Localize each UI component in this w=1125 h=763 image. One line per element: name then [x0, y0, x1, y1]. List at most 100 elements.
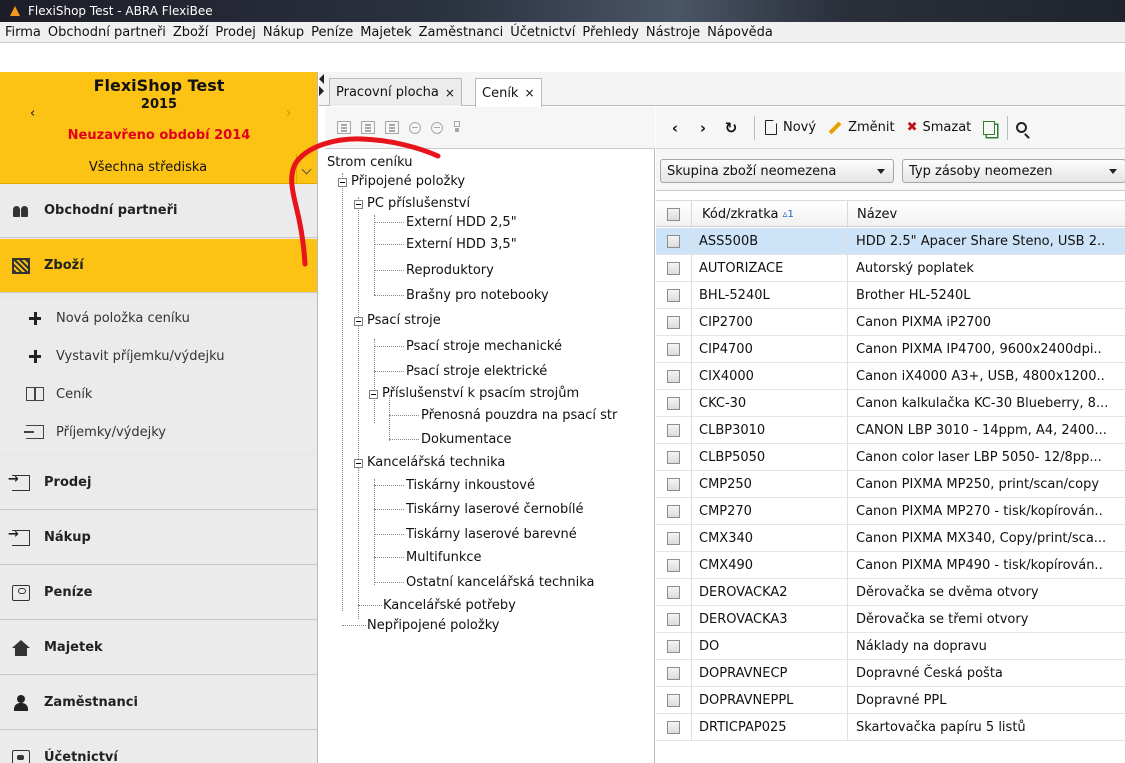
nav-zamestnanci[interactable]: Zaměstnanci — [0, 676, 317, 730]
collapse-node-icon[interactable] — [431, 121, 443, 134]
collapse-panel-icon[interactable] — [319, 72, 325, 96]
menu-obchodni-partneri[interactable]: Obchodní partneři — [46, 25, 168, 40]
row-checkbox[interactable] — [667, 613, 680, 626]
nav-majetek[interactable]: Majetek — [0, 621, 317, 675]
header-select-all[interactable] — [656, 201, 692, 228]
header-name[interactable]: Název — [848, 201, 1125, 228]
row-checkbox[interactable] — [667, 424, 680, 437]
menu-nakup[interactable]: Nákup — [261, 25, 306, 40]
menu-firma[interactable]: Firma — [0, 25, 43, 40]
menu-zamestnanci[interactable]: Zaměstnanci — [417, 25, 506, 40]
table-row[interactable]: CIP2700 Canon PIXMA iP2700 — [656, 309, 1125, 336]
edit-node-icon[interactable] — [337, 121, 351, 134]
tree-node[interactable]: Psací stroje mechanické — [406, 339, 562, 354]
nav-ucetnictvi[interactable]: Účetnictví — [0, 731, 317, 763]
table-row[interactable]: CMP250 Canon PIXMA MP250, print/scan/copy — [656, 471, 1125, 498]
collapse-toggle-icon[interactable] — [338, 178, 347, 187]
row-checkbox[interactable] — [667, 235, 680, 248]
delete-button[interactable]: ✖ Smazat — [907, 120, 972, 135]
forward-arrow-icon[interactable]: › — [694, 119, 712, 137]
tree-node[interactable]: Brašny pro notebooky — [406, 288, 549, 303]
stock-type-filter[interactable]: Typ zásoby neomezen — [902, 159, 1125, 183]
new-button[interactable]: Nový — [765, 120, 816, 135]
row-checkbox[interactable] — [667, 640, 680, 653]
tree-node[interactable]: Tiskárny inkoustové — [406, 478, 535, 493]
tree-node[interactable]: Psací stroje — [367, 313, 441, 328]
nav-penize[interactable]: Peníze — [0, 566, 317, 620]
tab-pracovni-plocha[interactable]: Pracovní plocha × — [329, 78, 462, 106]
expand-node-icon[interactable] — [409, 121, 421, 134]
menu-ucetnictvi[interactable]: Účetnictví — [508, 25, 577, 40]
nav-nakup[interactable]: Nákup — [0, 511, 317, 565]
row-checkbox[interactable] — [667, 586, 680, 599]
nav-prodej[interactable]: Prodej — [0, 456, 317, 510]
nav-prijemky-vydejky[interactable]: Příjemky/výdejky — [0, 413, 317, 451]
nav-nova-polozka-ceniku[interactable]: Nová položka ceníku — [0, 299, 317, 337]
row-checkbox[interactable] — [667, 478, 680, 491]
row-checkbox[interactable] — [667, 262, 680, 275]
product-group-filter[interactable]: Skupina zboží neomezena — [660, 159, 894, 183]
menu-zbozi[interactable]: Zboží — [171, 25, 211, 40]
tree-node[interactable]: Reproduktory — [406, 263, 494, 278]
table-row[interactable]: DOPRAVNECP Dopravné Česká pošta — [656, 660, 1125, 687]
table-row[interactable]: DO Náklady na dopravu — [656, 633, 1125, 660]
table-row[interactable]: CMP270 Canon PIXMA MP270 - tisk/kopírován… — [656, 498, 1125, 525]
tree-node[interactable]: Externí HDD 2,5" — [406, 215, 517, 230]
menu-majetek[interactable]: Majetek — [358, 25, 413, 40]
search-icon[interactable] — [1016, 122, 1028, 133]
tree-node[interactable]: Připojené položky — [351, 174, 465, 189]
menu-prodej[interactable]: Prodej — [213, 25, 258, 40]
tree-node[interactable]: Příslušenství k psacím strojům — [382, 386, 579, 401]
row-checkbox[interactable] — [667, 316, 680, 329]
tree-node[interactable]: Ostatní kancelářská technika — [406, 575, 595, 590]
collapse-toggle-icon[interactable] — [369, 390, 378, 399]
table-row[interactable]: CIX4000 Canon iX4000 A3+, USB, 4800x1200.… — [656, 363, 1125, 390]
add-node-icon[interactable] — [361, 121, 375, 134]
nav-obchodni-partneri[interactable]: Obchodní partneři — [0, 184, 317, 238]
row-checkbox[interactable] — [667, 532, 680, 545]
close-icon[interactable]: × — [524, 86, 534, 100]
row-checkbox[interactable] — [667, 559, 680, 572]
nav-zbozi[interactable]: Zboží — [0, 239, 317, 293]
tree-node[interactable]: Multifunkce — [406, 550, 482, 565]
row-checkbox[interactable] — [667, 667, 680, 680]
tree-node[interactable]: Psací stroje elektrické — [406, 364, 547, 379]
header-code[interactable]: Kód/zkratka ▵1 — [692, 201, 848, 228]
cost-center-select[interactable]: Všechna střediska — [0, 160, 296, 175]
back-arrow-icon[interactable]: ‹ — [666, 119, 684, 137]
tree-node[interactable]: Kancelářské potřeby — [383, 598, 516, 613]
tree-node[interactable]: Nepřipojené položky — [367, 618, 499, 633]
tree-node[interactable]: Kancelářská technika — [367, 455, 505, 470]
table-row[interactable]: CLBP5050 Canon color laser LBP 5050- 12/8… — [656, 444, 1125, 471]
table-row[interactable]: CMX490 Canon PIXMA MP490 - tisk/kopírován… — [656, 552, 1125, 579]
table-row[interactable]: AUTORIZACE Autorský poplatek — [656, 255, 1125, 282]
refresh-icon[interactable]: ↻ — [722, 119, 740, 137]
table-row[interactable]: ASS500B HDD 2.5" Apacer Share Steno, USB … — [656, 228, 1125, 255]
close-icon[interactable]: × — [445, 86, 455, 100]
collapse-toggle-icon[interactable] — [354, 317, 363, 326]
copy-icon[interactable] — [983, 120, 996, 135]
tree-node[interactable]: Tiskárny laserové černobílé — [406, 502, 584, 517]
menu-nastroje[interactable]: Nástroje — [644, 25, 702, 40]
next-year-arrow-icon[interactable]: › — [286, 106, 291, 121]
collapse-toggle-icon[interactable] — [354, 459, 363, 468]
table-row[interactable]: DOPRAVNEPPL Dopravné PPL — [656, 687, 1125, 714]
menu-prehledy[interactable]: Přehledy — [580, 25, 640, 40]
table-row[interactable]: CMX340 Canon PIXMA MX340, Copy/print/sca.… — [656, 525, 1125, 552]
menu-penize[interactable]: Peníze — [309, 25, 355, 40]
menu-napoveda[interactable]: Nápověda — [705, 25, 775, 40]
collapse-toggle-icon[interactable] — [354, 200, 363, 209]
nav-cenik[interactable]: Ceník — [0, 375, 317, 413]
nav-vystavit-prijemku[interactable]: Vystavit příjemku/výdejku — [0, 337, 317, 375]
previous-year-arrow-icon[interactable]: ‹ — [30, 106, 35, 121]
row-checkbox[interactable] — [667, 721, 680, 734]
table-row[interactable]: DEROVACKA3 Děrovačka se třemi otvory — [656, 606, 1125, 633]
tree-node[interactable]: Přenosná pouzdra na psací str — [421, 408, 617, 423]
row-checkbox[interactable] — [667, 289, 680, 302]
row-checkbox[interactable] — [667, 505, 680, 518]
table-row[interactable]: DEROVACKA2 Děrovačka se dvěma otvory — [656, 579, 1125, 606]
table-row[interactable]: CIP4700 Canon PIXMA IP4700, 9600x2400dpi.… — [656, 336, 1125, 363]
tree-node[interactable]: Externí HDD 3,5" — [406, 237, 517, 252]
row-checkbox[interactable] — [667, 694, 680, 707]
tab-cenik[interactable]: Ceník × — [475, 78, 542, 107]
